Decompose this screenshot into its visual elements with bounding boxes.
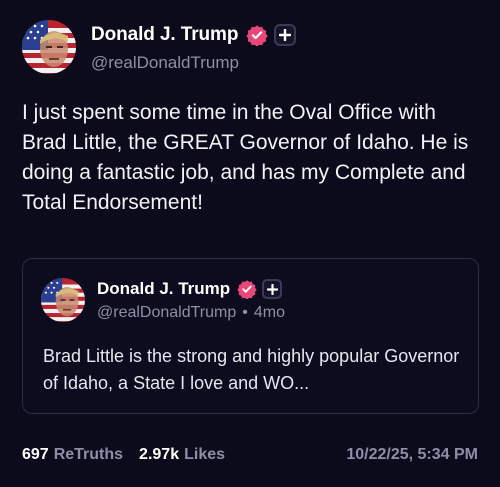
quoted-post-age[interactable]: 4mo (254, 304, 285, 322)
author-handle[interactable]: @realDonaldTrump (91, 53, 296, 73)
author-names: Donald J. Trump @realDonaldTrump (91, 22, 297, 73)
quoted-avatar[interactable] (41, 277, 85, 322)
avatar[interactable] (22, 20, 76, 74)
quoted-verified-badge-icon (237, 279, 257, 299)
post-timestamp[interactable]: 10/22/25, 5:34 PM (346, 446, 478, 464)
retruths-label: ReTruths (53, 446, 124, 463)
author-name-row: Donald J. Trump (91, 22, 297, 48)
quoted-author-names: Donald J. Trump @realDonaldTrump • 4mo (97, 277, 285, 322)
quoted-post[interactable]: Donald J. Trump @realDonaldTrump • 4mo B… (22, 258, 479, 414)
quoted-author-handle[interactable]: @realDonaldTrump (97, 304, 236, 322)
truth-post: Donald J. Trump @realDonaldTrump I just … (0, 0, 500, 487)
post-header: Donald J. Trump @realDonaldTrump (22, 20, 297, 74)
quoted-plus-icon[interactable] (262, 279, 283, 299)
quoted-post-text: Brad Little is the strong and highly pop… (43, 346, 460, 393)
meta-separator: • (242, 304, 248, 321)
likes-stat[interactable]: 2.97k Likes (139, 446, 225, 464)
quoted-meta: @realDonaldTrump • 4mo (97, 304, 285, 322)
post-text: I just spent some time in the Oval Offic… (22, 101, 469, 214)
quoted-avatar-image (41, 277, 85, 322)
plus-icon[interactable] (274, 23, 297, 46)
avatar-image (22, 20, 76, 74)
likes-label: Likes (184, 446, 226, 463)
quoted-post-header: Donald J. Trump @realDonaldTrump • 4mo (41, 277, 285, 322)
retruths-stat[interactable]: 697 ReTruths (22, 446, 123, 464)
likes-count: 2.97k (139, 446, 180, 463)
author-display-name[interactable]: Donald J. Trump (91, 24, 238, 46)
retruths-count: 697 (22, 446, 49, 463)
verified-badge-icon (246, 24, 268, 46)
quoted-author-display-name[interactable]: Donald J. Trump (97, 279, 230, 299)
post-stats: 697 ReTruths 2.97k Likes 10/22/25, 5:34 … (22, 446, 478, 464)
quoted-author-name-row: Donald J. Trump (97, 277, 285, 301)
